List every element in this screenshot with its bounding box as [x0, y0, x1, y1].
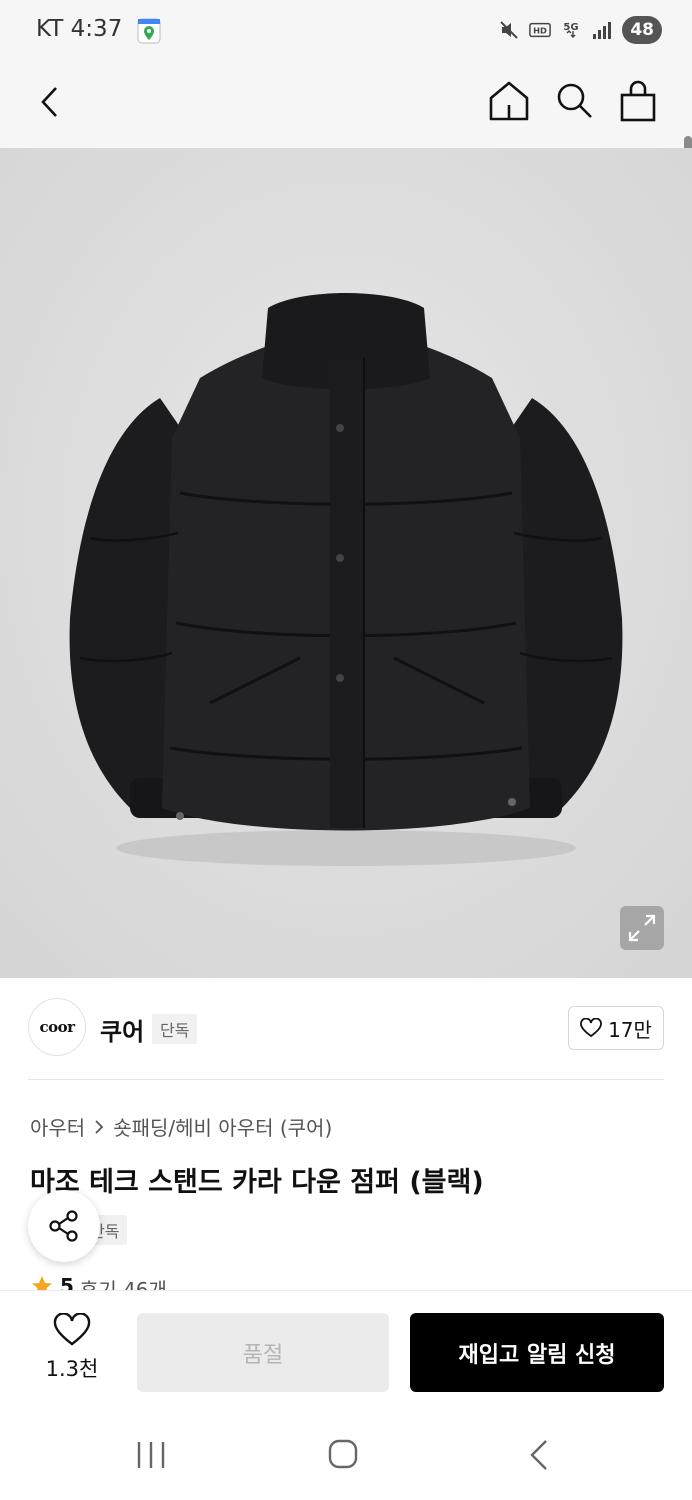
wishlist-count: 1.3천	[45, 1357, 99, 1381]
soldout-button[interactable]: 품절	[137, 1313, 389, 1392]
back-nav-button[interactable]	[526, 1438, 552, 1472]
clock: 4:37	[70, 16, 123, 42]
status-icons: HD 5G 48	[498, 16, 662, 44]
heart-icon	[53, 1313, 91, 1346]
heart-icon	[580, 1018, 602, 1038]
breadcrumb-item-outer[interactable]: 아우터	[30, 1112, 85, 1141]
product-title: 마조 테크 스탠드 카라 다운 점퍼 (블랙)	[30, 1167, 484, 1198]
wishlist-button[interactable]: 1.3천	[30, 1313, 114, 1393]
product-image[interactable]	[0, 148, 692, 978]
brand-name[interactable]: 쿠어	[100, 1012, 144, 1047]
shopping-bag-button[interactable]	[616, 78, 660, 124]
maps-notification-icon	[137, 18, 161, 44]
restock-alert-button[interactable]: 재입고 알림 신청	[410, 1313, 664, 1392]
chevron-right-icon	[95, 1119, 104, 1134]
signal-icon	[593, 22, 612, 39]
brand-like-count: 17만	[608, 1017, 652, 1042]
hd-icon: HD	[529, 22, 552, 38]
home-button[interactable]	[486, 78, 532, 124]
brand-logo[interactable]: coor	[28, 998, 86, 1056]
mute-icon	[500, 21, 519, 39]
carrier-time: KT 4:37	[36, 16, 122, 42]
breadcrumb-item-category[interactable]: 숏패딩/헤비 아우터 (쿠어)	[113, 1112, 332, 1141]
5g-icon: 5G	[564, 22, 579, 38]
hd-label: HD	[533, 26, 547, 36]
divider	[28, 1079, 664, 1080]
battery-indicator: 48	[622, 16, 662, 44]
bottom-action-bar: 1.3천 품절 재입고 알림 신청	[0, 1290, 692, 1410]
brand-row: coor 쿠어 단독 17만	[28, 998, 664, 1060]
system-navigation-bar	[0, 1410, 692, 1500]
search-button[interactable]	[552, 78, 596, 122]
recent-apps-button[interactable]	[134, 1440, 168, 1470]
breadcrumb: 아우터 숏패딩/헤비 아우터 (쿠어)	[30, 1112, 332, 1141]
network-label: 5G	[564, 22, 579, 33]
status-bar: KT 4:37 HD 5G 48	[0, 0, 692, 64]
carrier-label: KT	[36, 16, 64, 42]
back-button[interactable]	[30, 80, 74, 124]
brand-like-button[interactable]: 17만	[568, 1006, 664, 1050]
share-button[interactable]	[28, 1190, 100, 1262]
share-icon	[49, 1210, 78, 1242]
exclusive-badge: 단독	[152, 1014, 198, 1044]
zoom-button[interactable]	[620, 906, 664, 950]
jacket-illustration	[0, 148, 692, 978]
app-header	[0, 64, 692, 204]
home-nav-button[interactable]	[327, 1438, 359, 1470]
